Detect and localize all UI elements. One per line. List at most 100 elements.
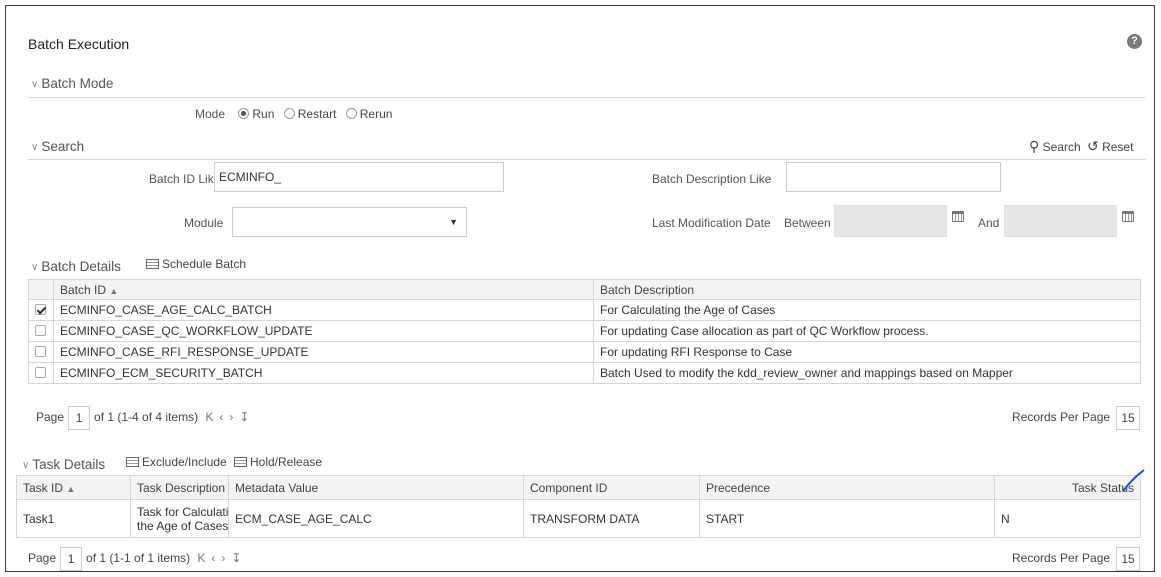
schedule-icon bbox=[146, 259, 159, 269]
batch-id-column-header[interactable]: Batch ID ▲ bbox=[53, 279, 594, 300]
sort-asc-icon: ▲ bbox=[66, 483, 76, 494]
rpp-input[interactable]: 15 bbox=[1116, 406, 1141, 430]
search-icon: ⚲ bbox=[1029, 138, 1040, 154]
task-status-cell: N bbox=[994, 499, 1141, 538]
rpp-label: Records Per Page bbox=[1012, 551, 1111, 566]
task-id-cell: Task1 bbox=[16, 499, 131, 538]
precedence-cell: START bbox=[699, 499, 995, 538]
chevron-down-icon: ∨ bbox=[22, 460, 30, 471]
radio-restart[interactable] bbox=[283, 108, 295, 119]
radio-restart-label: Restart bbox=[297, 107, 337, 121]
batch-id-cell: ECMINFO_CASE_AGE_CALC_BATCH bbox=[53, 299, 594, 321]
between-label: Between bbox=[784, 216, 831, 230]
search-heading: Search bbox=[41, 139, 85, 154]
batch-description-input[interactable] bbox=[786, 162, 1001, 192]
exclude-include-button[interactable]: Exclude/Include bbox=[126, 455, 227, 469]
batch-records-per-page: Records Per Page 15 bbox=[1012, 406, 1141, 430]
hold-release-icon bbox=[234, 457, 247, 467]
date-from-input bbox=[834, 205, 947, 237]
batch-description-label: Batch Description Like bbox=[652, 172, 772, 186]
radio-run[interactable] bbox=[238, 108, 250, 119]
radio-rerun[interactable] bbox=[345, 108, 357, 119]
reset-icon: ↺ bbox=[1087, 138, 1099, 154]
mode-label: Mode bbox=[195, 107, 226, 121]
batch-description-cell: For updating RFI Response to Case bbox=[593, 341, 1141, 363]
batch-id-cell: ECMINFO_CASE_RFI_RESPONSE_UPDATE bbox=[53, 341, 594, 363]
page-input[interactable]: 1 bbox=[68, 406, 91, 430]
row-checkbox[interactable] bbox=[35, 367, 46, 378]
page-input[interactable]: 1 bbox=[60, 547, 83, 571]
radio-rerun-label: Rerun bbox=[359, 107, 393, 121]
rpp-input[interactable]: 15 bbox=[1116, 547, 1141, 571]
batch-id-cell: ECMINFO_CASE_QC_WORKFLOW_UPDATE bbox=[53, 320, 594, 342]
row-checkbox[interactable] bbox=[35, 346, 46, 357]
search-button[interactable]: ⚲ Search bbox=[1029, 138, 1081, 155]
divider bbox=[28, 159, 1146, 160]
sort-asc-icon: ▲ bbox=[109, 285, 119, 296]
precedence-column-header[interactable]: Precedence bbox=[699, 475, 995, 500]
task-description-column-header[interactable]: Task Description bbox=[130, 475, 229, 500]
radio-run-label: Run bbox=[252, 107, 275, 121]
component-id-cell: TRANSFORM DATA bbox=[523, 499, 700, 538]
annotation-stroke bbox=[1122, 469, 1145, 492]
task-pager: Page 1 of 1 (1-1 of 1 items) K‹›↧ bbox=[28, 547, 247, 571]
batch-pager: Page 1 of 1 (1-4 of 4 items) K‹›↧ bbox=[36, 406, 255, 430]
batch-id-label: Batch ID Like bbox=[149, 172, 221, 186]
page-summary: of 1 (1-1 of 1 items) bbox=[86, 551, 191, 566]
batch-mode-header[interactable]: ∨ Batch Mode bbox=[31, 76, 113, 91]
page-summary: of 1 (1-4 of 4 items) bbox=[94, 410, 199, 425]
task-table: Task ID ▲ Task Description Metadata Valu… bbox=[16, 475, 1141, 538]
search-header[interactable]: ∨ Search bbox=[31, 139, 84, 154]
page-label: Page bbox=[36, 410, 65, 425]
pagination-nav-icons[interactable]: K‹›↧ bbox=[197, 551, 247, 565]
reset-button[interactable]: ↺ Reset bbox=[1087, 138, 1133, 155]
module-select[interactable]: ▼ bbox=[232, 207, 467, 237]
task-id-column-header[interactable]: Task ID ▲ bbox=[16, 475, 131, 500]
schedule-batch-button[interactable]: Schedule Batch bbox=[146, 257, 246, 271]
module-label: Module bbox=[184, 216, 224, 230]
select-column-header bbox=[28, 279, 54, 300]
row-checkbox[interactable] bbox=[35, 304, 46, 315]
batch-execution-panel: Batch Execution ? ∨ Batch Mode Mode Run R… bbox=[5, 5, 1155, 572]
table-row[interactable]: ECMINFO_ECM_SECURITY_BATCH Batch Used to… bbox=[28, 362, 1141, 384]
batch-description-cell: Batch Used to modify the kdd_review_owne… bbox=[593, 362, 1141, 384]
task-table-header: Task ID ▲ Task Description Metadata Valu… bbox=[16, 475, 1141, 500]
batch-details-header[interactable]: ∨ Batch Details bbox=[31, 259, 121, 274]
batch-table: Batch ID ▲ Batch Description ECMINFO_CAS… bbox=[28, 279, 1141, 384]
batch-id-cell: ECMINFO_ECM_SECURITY_BATCH bbox=[53, 362, 594, 384]
chevron-down-icon: ∨ bbox=[31, 142, 39, 153]
table-row[interactable]: ECMINFO_CASE_QC_WORKFLOW_UPDATE For upda… bbox=[28, 320, 1141, 342]
rpp-label: Records Per Page bbox=[1012, 410, 1111, 425]
hold-release-button[interactable]: Hold/Release bbox=[234, 455, 322, 469]
and-label: And bbox=[978, 216, 1000, 230]
calendar-icon[interactable] bbox=[1122, 211, 1134, 222]
table-row[interactable]: ECMINFO_CASE_RFI_RESPONSE_UPDATE For upd… bbox=[28, 341, 1141, 363]
caret-down-icon: ▼ bbox=[449, 217, 458, 227]
table-row[interactable]: ECMINFO_CASE_AGE_CALC_BATCH For Calculat… bbox=[28, 299, 1141, 321]
batch-table-header: Batch ID ▲ Batch Description bbox=[28, 279, 1141, 300]
batch-mode-heading: Batch Mode bbox=[41, 76, 114, 91]
batch-id-input[interactable]: ECMINFO_ bbox=[214, 162, 504, 192]
table-row[interactable]: Task1 Task for Calculatingthe Age of Cas… bbox=[16, 499, 1141, 538]
batch-description-cell: For updating Case allocation as part of … bbox=[593, 320, 1141, 342]
help-icon[interactable]: ? bbox=[1127, 34, 1142, 49]
chevron-down-icon: ∨ bbox=[31, 79, 39, 90]
component-id-column-header[interactable]: Component ID bbox=[523, 475, 700, 500]
page-label: Page bbox=[28, 551, 57, 566]
pagination-nav-icons[interactable]: K‹›↧ bbox=[205, 410, 255, 424]
task-status-column-header[interactable]: Task Status bbox=[994, 475, 1141, 500]
page-title: Batch Execution bbox=[28, 36, 130, 52]
date-to-input bbox=[1004, 205, 1117, 237]
task-description-cell: Task for Calculatingthe Age of Cases bbox=[130, 499, 229, 538]
metadata-value-column-header[interactable]: Metadata Value bbox=[228, 475, 524, 500]
row-checkbox[interactable] bbox=[35, 325, 46, 336]
task-details-header[interactable]: ∨ Task Details bbox=[22, 457, 105, 472]
divider bbox=[28, 97, 1146, 98]
task-details-heading: Task Details bbox=[32, 457, 106, 472]
batch-description-column-header[interactable]: Batch Description bbox=[593, 279, 1141, 300]
task-records-per-page: Records Per Page 15 bbox=[1012, 547, 1141, 571]
calendar-icon[interactable] bbox=[952, 211, 964, 222]
last-modification-label: Last Modification Date bbox=[652, 216, 771, 230]
batch-description-cell: For Calculating the Age of Cases bbox=[593, 299, 1141, 321]
chevron-down-icon: ∨ bbox=[31, 262, 39, 273]
